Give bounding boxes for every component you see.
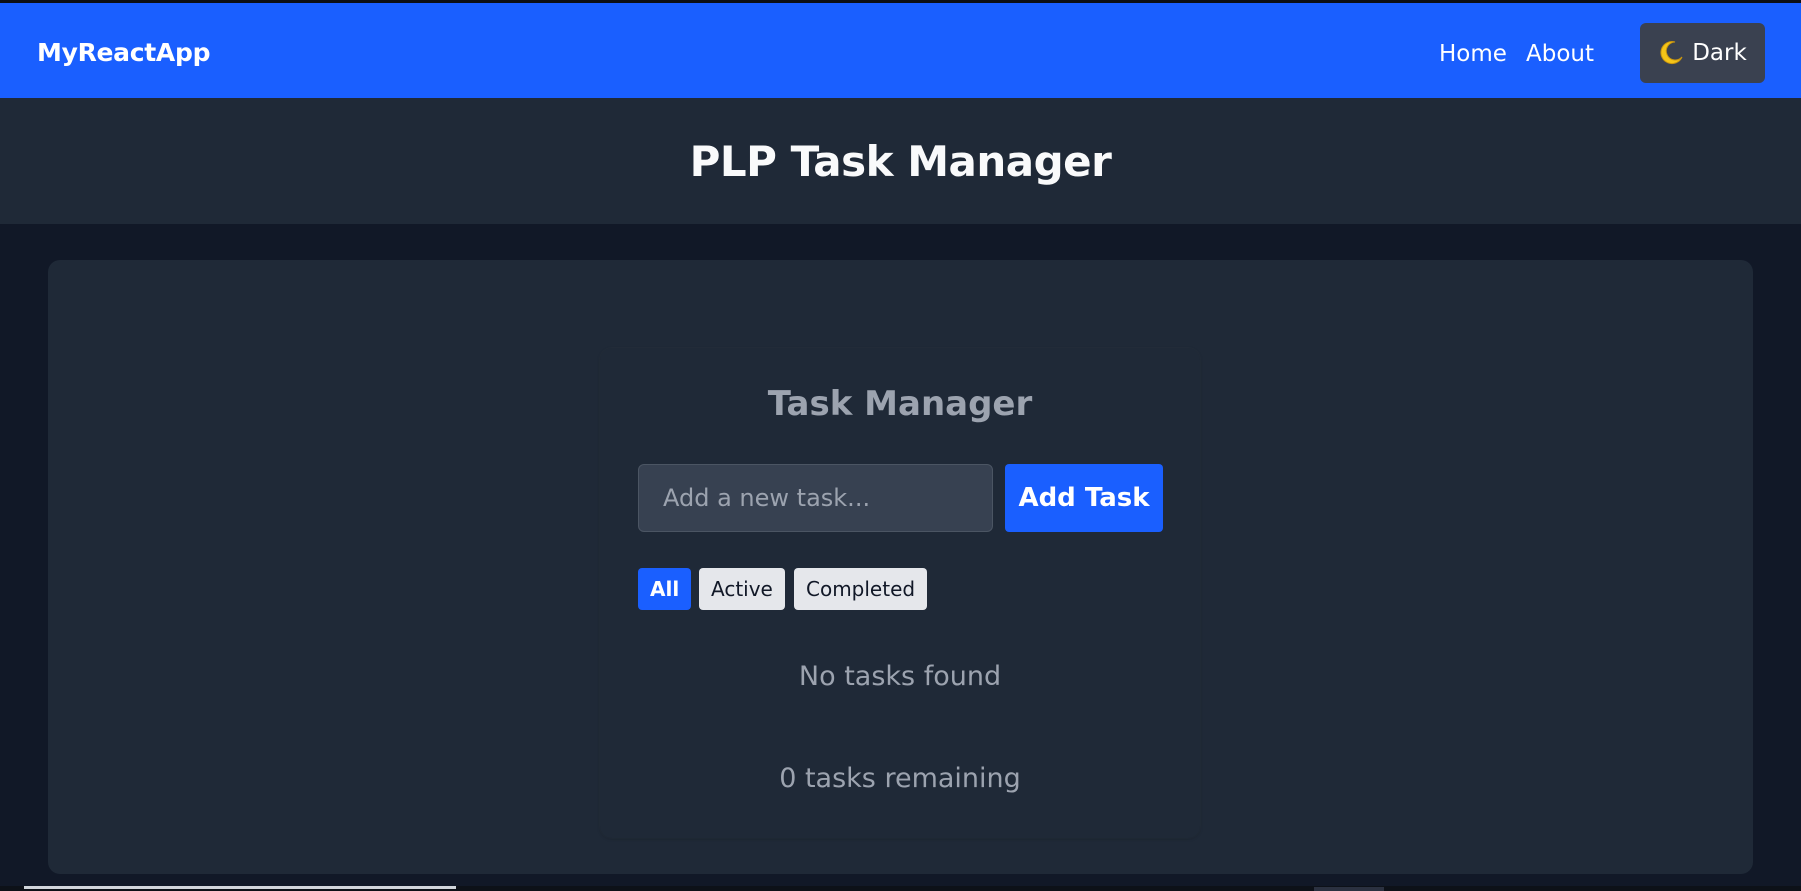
- crescent-moon-icon: [1658, 40, 1684, 66]
- filter-completed-button[interactable]: Completed: [794, 568, 928, 610]
- task-manager-title: Task Manager: [767, 384, 1033, 424]
- page-title: PLP Task Manager: [689, 136, 1112, 186]
- empty-tasks-message: No tasks found: [798, 661, 1002, 692]
- nav-link-home[interactable]: Home: [1439, 39, 1507, 69]
- tasks-remaining-count: 0 tasks remaining: [779, 763, 1021, 794]
- horizontal-scrollbar-thumb[interactable]: [24, 886, 456, 889]
- page-header: PLP Task Manager: [0, 98, 1801, 224]
- theme-toggle-button[interactable]: Dark: [1640, 23, 1765, 83]
- add-task-button[interactable]: Add Task: [1005, 464, 1163, 532]
- filter-all-button[interactable]: All: [638, 568, 692, 610]
- top-navbar: MyReactApp Home About Dark: [0, 0, 1801, 98]
- brand-logo-text[interactable]: MyReactApp: [37, 38, 210, 68]
- new-task-input[interactable]: [638, 464, 993, 532]
- nav-link-about[interactable]: About: [1526, 39, 1594, 69]
- filter-active-button[interactable]: Active: [699, 568, 785, 610]
- scrollbar-marker: [1314, 887, 1384, 891]
- task-manager-card: Task Manager Add Task All Active Complet…: [600, 348, 1200, 838]
- theme-toggle-label: Dark: [1692, 40, 1747, 66]
